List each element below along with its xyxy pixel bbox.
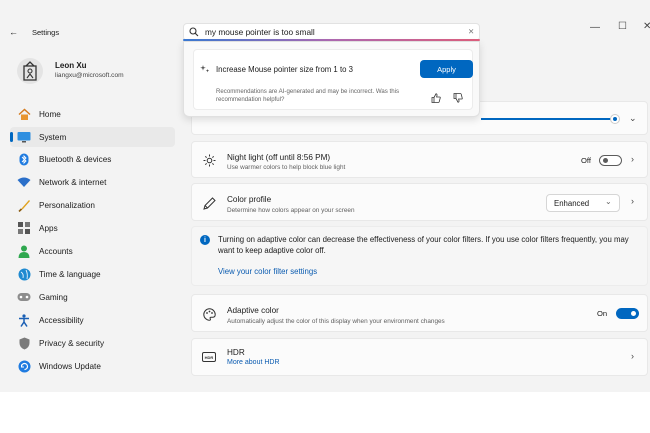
gaming-icon bbox=[17, 290, 31, 304]
sidebar-item-accessibility[interactable]: Accessibility bbox=[10, 310, 175, 330]
home-icon bbox=[17, 107, 31, 121]
globe-icon bbox=[17, 267, 31, 281]
night-light-toggle[interactable] bbox=[599, 155, 622, 166]
adaptive-color-toggle[interactable] bbox=[616, 308, 639, 319]
close-icon[interactable]: ✕ bbox=[643, 21, 650, 32]
adaptive-color-state-label: On bbox=[597, 309, 608, 318]
app-title: Settings bbox=[32, 28, 60, 37]
adaptive-color-title: Adaptive color bbox=[227, 306, 279, 315]
sidebar-item-apps[interactable]: Apps bbox=[10, 218, 175, 238]
sidebar-item-label: Bluetooth & devices bbox=[39, 154, 112, 164]
chevron-right-icon[interactable]: › bbox=[631, 351, 634, 361]
color-profile-title: Color profile bbox=[227, 195, 272, 204]
night-light-subtitle: Use warmer colors to help block blue lig… bbox=[227, 164, 346, 171]
info-bar: i Turning on adaptive color can decrease… bbox=[191, 226, 648, 286]
sidebar-item-label: Gaming bbox=[39, 292, 68, 302]
hdr-title: HDR bbox=[227, 348, 245, 357]
sidebar-item-windows-update[interactable]: Windows Update bbox=[10, 356, 175, 376]
chevron-right-icon[interactable]: › bbox=[631, 196, 634, 206]
thumbs-down-icon[interactable] bbox=[452, 92, 463, 103]
user-email: liangxu@microsoft.com bbox=[55, 72, 124, 79]
sidebar-item-home[interactable]: Home bbox=[10, 104, 175, 124]
info-icon: i bbox=[200, 235, 210, 245]
bluetooth-icon bbox=[17, 152, 31, 166]
recommendation-text: Increase Mouse pointer size from 1 to 3 bbox=[216, 65, 353, 74]
hdr-card[interactable]: HDR HDR More about HDR › bbox=[191, 338, 648, 376]
chevron-down-icon[interactable]: ⌄ bbox=[629, 113, 637, 124]
wifi-icon bbox=[17, 175, 31, 189]
sidebar-item-privacy[interactable]: Privacy & security bbox=[10, 333, 175, 353]
apps-icon bbox=[17, 221, 31, 235]
color-pen-icon bbox=[202, 196, 216, 210]
sidebar-item-label: Privacy & security bbox=[39, 338, 105, 348]
info-text: Turning on adaptive color can decrease t… bbox=[218, 235, 629, 255]
accounts-icon bbox=[17, 244, 31, 258]
recommendation-card: Increase Mouse pointer size from 1 to 3 … bbox=[193, 49, 473, 110]
selection-indicator bbox=[10, 132, 13, 142]
color-profile-selected: Enhanced bbox=[554, 199, 590, 208]
maximize-icon[interactable]: ☐ bbox=[618, 21, 627, 32]
sidebar-item-bluetooth[interactable]: Bluetooth & devices bbox=[10, 149, 175, 169]
sidebar-item-label: System bbox=[39, 132, 67, 142]
night-light-card[interactable]: Night light (off until 8:56 PM) Use warm… bbox=[191, 141, 648, 178]
sidebar-item-label: Time & language bbox=[39, 269, 101, 279]
search-icon bbox=[189, 27, 199, 37]
sidebar-item-label: Windows Update bbox=[39, 361, 101, 371]
color-profile-dropdown[interactable]: Enhanced ⌄ bbox=[546, 194, 620, 212]
avatar-image bbox=[23, 61, 37, 81]
search-suggestion-popup: Increase Mouse pointer size from 1 to 3 … bbox=[183, 41, 480, 117]
chevron-right-icon[interactable]: › bbox=[631, 154, 634, 164]
adaptive-color-card: Adaptive color Automatically adjust the … bbox=[191, 294, 648, 332]
color-filter-settings-link[interactable]: View your color filter settings bbox=[218, 267, 317, 276]
color-profile-subtitle: Determine how colors appear on your scre… bbox=[227, 207, 355, 214]
shield-icon bbox=[17, 336, 31, 350]
sidebar-item-label: Personalization bbox=[39, 200, 95, 210]
hdr-more-link[interactable]: More about HDR bbox=[227, 359, 280, 366]
system-icon bbox=[17, 130, 31, 144]
recommendation-disclaimer: Recommendations are AI-generated and may… bbox=[216, 88, 400, 104]
sidebar-item-label: Apps bbox=[39, 223, 58, 233]
thumbs-up-icon[interactable] bbox=[430, 92, 441, 103]
avatar[interactable] bbox=[17, 58, 43, 84]
sidebar-item-gaming[interactable]: Gaming bbox=[10, 287, 175, 307]
palette-icon bbox=[202, 307, 216, 321]
update-icon bbox=[17, 359, 31, 373]
sidebar-item-label: Accounts bbox=[39, 246, 73, 256]
user-name: Leon Xu bbox=[55, 61, 87, 70]
search-input[interactable]: my mouse pointer is too small bbox=[205, 27, 315, 37]
back-icon[interactable]: ← bbox=[9, 27, 18, 37]
brightness-slider-track[interactable] bbox=[481, 118, 618, 120]
brush-icon bbox=[17, 198, 31, 212]
minimize-icon[interactable]: — bbox=[590, 22, 600, 33]
sidebar-item-label: Network & internet bbox=[39, 177, 107, 187]
sparkle-icon bbox=[200, 64, 210, 74]
night-light-title: Night light (off until 8:56 PM) bbox=[227, 153, 331, 162]
sidebar-item-label: Accessibility bbox=[39, 315, 84, 325]
brightness-slider-thumb[interactable] bbox=[610, 114, 621, 124]
chevron-down-icon: ⌄ bbox=[605, 197, 612, 206]
settings-window: ← Settings — ☐ ✕ Leon Xu liangxu@microso… bbox=[0, 0, 650, 392]
sidebar-item-network[interactable]: Network & internet bbox=[10, 172, 175, 192]
clear-search-icon[interactable]: ✕ bbox=[468, 27, 474, 36]
accessibility-icon bbox=[17, 313, 31, 327]
sidebar-item-personalization[interactable]: Personalization bbox=[10, 195, 175, 215]
apply-button[interactable]: Apply bbox=[420, 60, 473, 78]
hdr-icon: HDR bbox=[202, 352, 216, 362]
color-profile-card: Color profile Determine how colors appea… bbox=[191, 183, 648, 221]
sidebar-item-system[interactable]: System bbox=[10, 127, 175, 147]
sidebar-item-time-language[interactable]: Time & language bbox=[10, 264, 175, 284]
adaptive-color-subtitle: Automatically adjust the color of this d… bbox=[227, 318, 445, 325]
night-light-state-label: Off bbox=[581, 156, 591, 165]
sun-icon bbox=[202, 153, 216, 167]
sidebar-item-accounts[interactable]: Accounts bbox=[10, 241, 175, 261]
sidebar-item-label: Home bbox=[39, 109, 61, 119]
